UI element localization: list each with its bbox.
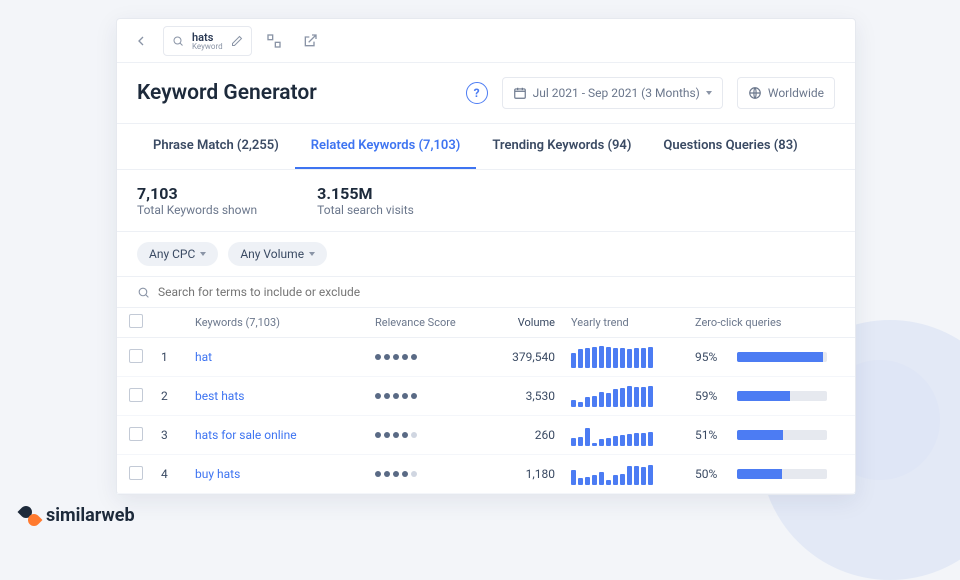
logo-mark-icon [20,506,40,526]
date-range-label: Jul 2021 - Sep 2021 (3 Months) [533,86,700,100]
trend-sparkline [571,346,685,368]
table-row: 4 buy hats 1,180 50% [117,455,855,494]
keyword-search-pill[interactable]: hats Keyword [163,26,252,56]
relevance-dots [375,393,485,399]
col-trend[interactable]: Yearly trend [555,316,685,329]
brand-name: similarweb [46,505,135,526]
keyword-link[interactable]: buy hats [195,467,240,481]
chevron-down-icon [200,252,206,256]
search-icon [172,35,184,47]
volume-value: 3,530 [485,389,555,403]
help-button[interactable]: ? [466,82,488,104]
zero-click-pct: 59% [695,389,727,403]
row-rank: 1 [161,350,195,364]
total-visits-value: 3.155M [317,184,414,203]
stats-bar: 7,103 Total Keywords shown 3.155M Total … [117,170,855,232]
zero-click-bar [737,469,827,479]
trend-sparkline [571,463,685,485]
trend-sparkline [571,385,685,407]
col-volume[interactable]: Volume [485,316,555,329]
chevron-down-icon [309,252,315,256]
topbar: hats Keyword [117,19,855,63]
total-visits-label: Total search visits [317,203,414,217]
relevance-dots [375,471,485,477]
table-row: 1 hat 379,540 95% [117,338,855,377]
row-rank: 3 [161,428,195,442]
chevron-down-icon [706,91,712,95]
cpc-filter[interactable]: Any CPC [137,242,218,266]
zero-click-bar [737,352,827,362]
volume-filter-label: Any Volume [240,247,304,261]
calendar-icon [513,86,527,100]
filters: Any CPC Any Volume [117,232,855,277]
external-link-button[interactable] [296,27,324,55]
col-zero-click[interactable]: Zero-click queries [685,316,835,329]
keyword-link[interactable]: hats for sale online [195,428,297,442]
tab[interactable]: Trending Keywords (94) [476,124,647,169]
pencil-icon[interactable] [231,35,243,47]
trend-sparkline [571,424,685,446]
zero-click-pct: 95% [695,350,727,364]
volume-value: 260 [485,428,555,442]
date-range-picker[interactable]: Jul 2021 - Sep 2021 (3 Months) [502,77,723,109]
brand-logo: similarweb [20,505,135,526]
row-checkbox[interactable] [129,388,143,402]
select-all-checkbox[interactable] [129,314,143,328]
table-header: Keywords (7,103) Relevance Score Volume … [117,308,855,338]
back-button[interactable] [127,27,155,55]
zero-click-bar [737,430,827,440]
keyword-link[interactable]: hat [195,350,212,364]
table-search-input[interactable] [158,285,835,299]
geo-picker[interactable]: Worldwide [737,77,835,109]
total-keywords-label: Total Keywords shown [137,203,257,217]
table-row: 3 hats for sale online 260 51% [117,416,855,455]
tabs: Phrase Match (2,255)Related Keywords (7,… [117,124,855,170]
row-checkbox[interactable] [129,466,143,480]
page-title: Keyword Generator [137,81,317,105]
row-rank: 4 [161,467,195,481]
search-icon [137,286,150,299]
globe-icon [748,86,762,100]
keyword-type-label: Keyword [192,42,223,51]
total-keywords-value: 7,103 [137,184,257,203]
zero-click-pct: 51% [695,428,727,442]
col-relevance[interactable]: Relevance Score [375,316,485,329]
row-checkbox[interactable] [129,427,143,441]
relevance-dots [375,354,485,360]
zero-click-pct: 50% [695,467,727,481]
zero-click-bar [737,391,827,401]
row-checkbox[interactable] [129,349,143,363]
cpc-filter-label: Any CPC [149,247,195,261]
col-keywords[interactable]: Keywords (7,103) [195,316,375,329]
volume-value: 379,540 [485,350,555,364]
volume-value: 1,180 [485,467,555,481]
geo-label: Worldwide [768,86,824,100]
table-row: 2 best hats 3,530 59% [117,377,855,416]
tab[interactable]: Questions Queries (83) [647,124,813,169]
keyword-link[interactable]: best hats [195,389,244,403]
row-rank: 2 [161,389,195,403]
relevance-dots [375,432,485,438]
table-search[interactable] [117,277,855,308]
tab[interactable]: Related Keywords (7,103) [295,124,477,169]
tab[interactable]: Phrase Match (2,255) [137,124,295,169]
app-card: hats Keyword Keyword Generator ? Jul 202… [116,18,856,495]
compare-button[interactable] [260,27,288,55]
volume-filter[interactable]: Any Volume [228,242,327,266]
page-header: Keyword Generator ? Jul 2021 - Sep 2021 … [117,63,855,124]
